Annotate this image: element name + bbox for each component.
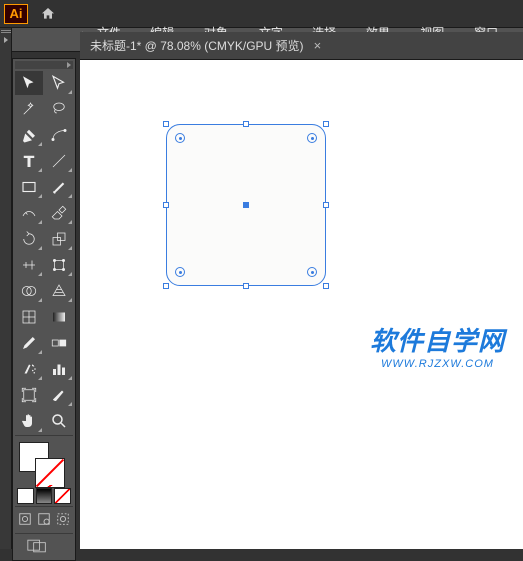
eraser-tool[interactable] bbox=[45, 201, 73, 225]
fill-stroke-swatches[interactable] bbox=[15, 440, 73, 486]
selection-handle[interactable] bbox=[163, 283, 169, 289]
home-button[interactable] bbox=[34, 0, 62, 28]
watermark-url: WWW.RJZXW.COM bbox=[370, 358, 505, 370]
column-graph-tool[interactable] bbox=[45, 357, 73, 381]
tools-panel bbox=[12, 58, 76, 561]
document-tab-title: 未标题-1* @ 78.08% (CMYK/GPU 预览) bbox=[90, 37, 304, 54]
symbol-sprayer-tool[interactable] bbox=[15, 357, 43, 381]
screen-mode-button[interactable] bbox=[17, 538, 57, 554]
shape-builder-tool[interactable] bbox=[15, 279, 43, 303]
eyedropper-tool[interactable] bbox=[15, 331, 43, 355]
corner-radius-widget[interactable] bbox=[307, 267, 317, 277]
corner-radius-widget[interactable] bbox=[307, 133, 317, 143]
selection-center-icon bbox=[243, 202, 249, 208]
none-fill-mode[interactable] bbox=[54, 488, 71, 504]
left-rail bbox=[0, 28, 12, 549]
curvature-tool[interactable] bbox=[45, 123, 73, 147]
selection-handle[interactable] bbox=[323, 121, 329, 127]
corner-radius-widget[interactable] bbox=[175, 133, 185, 143]
lasso-tool[interactable] bbox=[45, 97, 73, 121]
perspective-tool[interactable] bbox=[45, 279, 73, 303]
app-logo: Ai bbox=[4, 4, 28, 24]
selection-tool[interactable] bbox=[15, 71, 43, 95]
gradient-fill-mode[interactable] bbox=[36, 488, 53, 504]
blend-tool[interactable] bbox=[45, 331, 73, 355]
rail-handle[interactable] bbox=[1, 30, 11, 33]
watermark: 软件自学网 WWW.RJZXW.COM bbox=[370, 321, 505, 370]
selection-handle[interactable] bbox=[323, 283, 329, 289]
watermark-title: 软件自学网 bbox=[370, 321, 505, 358]
document-tab[interactable]: 未标题-1* @ 78.08% (CMYK/GPU 预览) × bbox=[80, 33, 331, 59]
color-fill-mode[interactable] bbox=[17, 488, 34, 504]
mesh-tool[interactable] bbox=[15, 305, 43, 329]
rotate-tool[interactable] bbox=[15, 227, 43, 251]
direct-selection-tool[interactable] bbox=[45, 71, 73, 95]
rail-expand-icon[interactable] bbox=[4, 37, 8, 43]
close-icon[interactable]: × bbox=[314, 38, 322, 53]
paintbrush-tool[interactable] bbox=[45, 175, 73, 199]
canvas[interactable]: 软件自学网 WWW.RJZXW.COM bbox=[80, 60, 523, 549]
gradient-tool[interactable] bbox=[45, 305, 73, 329]
draw-behind-mode[interactable] bbox=[36, 511, 53, 527]
type-tool[interactable] bbox=[15, 149, 43, 173]
zoom-tool[interactable] bbox=[45, 409, 73, 433]
slice-tool[interactable] bbox=[45, 383, 73, 407]
selection-handle[interactable] bbox=[163, 202, 169, 208]
hand-tool[interactable] bbox=[15, 409, 43, 433]
tools-panel-collapse[interactable] bbox=[15, 61, 73, 69]
corner-radius-widget[interactable] bbox=[175, 267, 185, 277]
shaper-tool[interactable] bbox=[15, 201, 43, 225]
selected-rounded-rectangle[interactable] bbox=[166, 124, 326, 286]
artboard-tool[interactable] bbox=[15, 383, 43, 407]
scale-tool[interactable] bbox=[45, 227, 73, 251]
document-tab-bar: 未标题-1* @ 78.08% (CMYK/GPU 预览) × bbox=[80, 32, 523, 60]
free-transform-tool[interactable] bbox=[45, 253, 73, 277]
pen-tool[interactable] bbox=[15, 123, 43, 147]
draw-mode-row bbox=[15, 511, 73, 531]
draw-normal-mode[interactable] bbox=[17, 511, 34, 527]
rectangle-tool[interactable] bbox=[15, 175, 43, 199]
magic-wand-tool[interactable] bbox=[15, 97, 43, 121]
screen-mode-row bbox=[15, 538, 73, 558]
width-tool[interactable] bbox=[15, 253, 43, 277]
draw-inside-mode[interactable] bbox=[54, 511, 71, 527]
selection-handle[interactable] bbox=[243, 121, 249, 127]
selection-handle[interactable] bbox=[163, 121, 169, 127]
selection-handle[interactable] bbox=[323, 202, 329, 208]
color-mode-row bbox=[15, 488, 73, 504]
selection-handle[interactable] bbox=[243, 283, 249, 289]
line-tool[interactable] bbox=[45, 149, 73, 173]
